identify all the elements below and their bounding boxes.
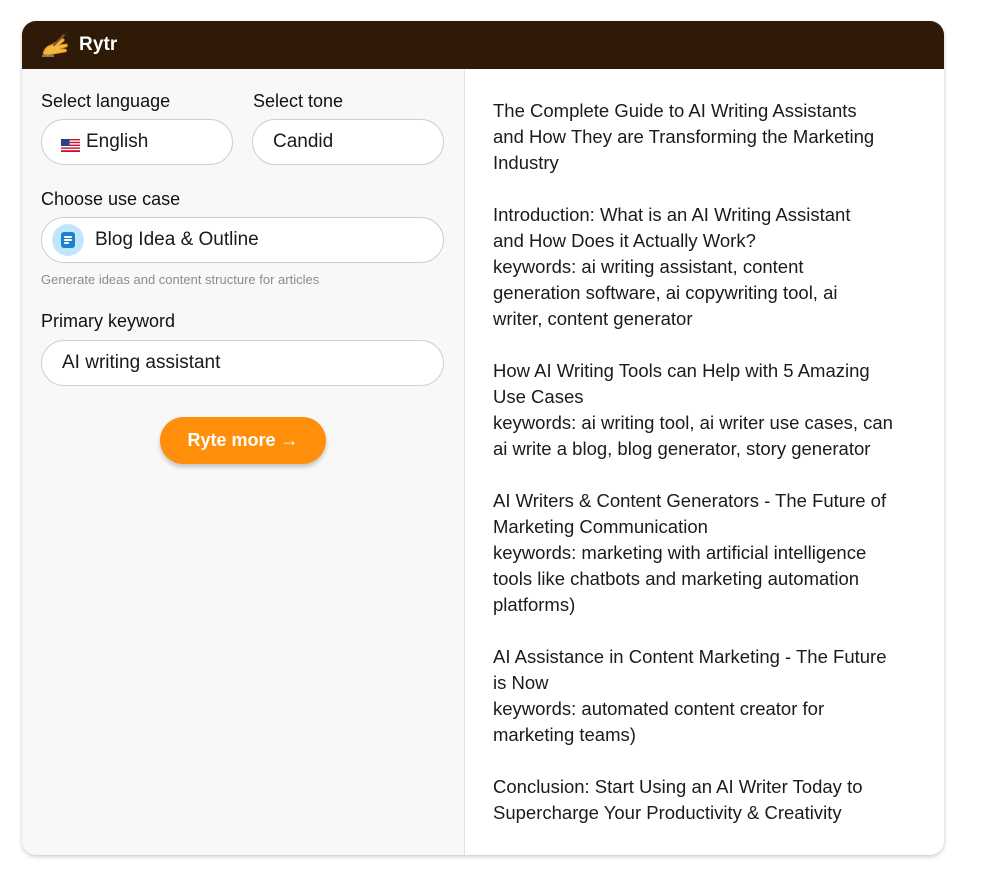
output-section: Introduction: What is an AI Writing Assi… bbox=[493, 202, 923, 332]
us-flag-icon bbox=[61, 136, 80, 152]
output-section: AI Writers & Content Generators - The Fu… bbox=[493, 488, 923, 618]
output-line: Supercharge Your Productivity & Creativi… bbox=[493, 802, 842, 823]
keyword-label: Primary keyword bbox=[41, 311, 176, 331]
output-line: Marketing Communication bbox=[493, 516, 708, 537]
usecase-label: Choose use case bbox=[41, 189, 181, 209]
output-line: and How They are Transforming the Market… bbox=[493, 126, 875, 147]
tone-select[interactable]: Candid bbox=[252, 119, 444, 165]
language-select[interactable]: English bbox=[41, 119, 233, 165]
input-panel: Select language English Select tone Cand… bbox=[22, 69, 465, 855]
tone-label: Select tone bbox=[253, 91, 344, 111]
output-line: keywords: ai writing assistant, content bbox=[493, 256, 804, 277]
output-line: tools like chatbots and marketing automa… bbox=[493, 568, 860, 589]
output-line: writer, content generator bbox=[493, 308, 693, 329]
output-line: and How Does it Actually Work? bbox=[493, 230, 756, 251]
output-section: How AI Writing Tools can Help with 5 Ama… bbox=[493, 358, 923, 462]
output-line: How AI Writing Tools can Help with 5 Ama… bbox=[493, 360, 870, 381]
output-line: ai write a blog, blog generator, story g… bbox=[493, 438, 871, 459]
output-line: The Complete Guide to AI Writing Assista… bbox=[493, 100, 857, 121]
usecase-select[interactable]: Blog Idea & Outline bbox=[41, 217, 444, 263]
output-line: AI Assistance in Content Marketing - The… bbox=[493, 646, 887, 667]
output-line: AI Writers & Content Generators - The Fu… bbox=[493, 490, 887, 511]
output-line: Industry bbox=[493, 152, 559, 173]
ryte-more-button[interactable]: Ryte more → bbox=[160, 417, 326, 464]
writing-hand-icon bbox=[40, 31, 70, 58]
usecase-value: Blog Idea & Outline bbox=[95, 229, 259, 250]
usecase-hint: Generate ideas and content structure for… bbox=[41, 272, 320, 287]
output-text[interactable]: The Complete Guide to AI Writing Assista… bbox=[493, 98, 923, 852]
output-line: keywords: automated content creator for bbox=[493, 698, 825, 719]
output-line: Introduction: What is an AI Writing Assi… bbox=[493, 204, 851, 225]
output-line: Conclusion: Start Using an AI Writer Tod… bbox=[493, 776, 863, 797]
output-line: Use Cases bbox=[493, 386, 584, 407]
keyword-input[interactable]: AI writing assistant bbox=[41, 340, 444, 386]
output-panel: The Complete Guide to AI Writing Assista… bbox=[465, 69, 944, 855]
keyword-value: AI writing assistant bbox=[62, 352, 221, 373]
title-bar: Rytr bbox=[22, 21, 944, 69]
language-value: English bbox=[86, 131, 149, 152]
app-title: Rytr bbox=[79, 34, 118, 55]
output-line: is Now bbox=[493, 672, 549, 693]
output-section: AI Assistance in Content Marketing - The… bbox=[493, 644, 923, 748]
document-icon bbox=[52, 224, 84, 256]
output-line: generation software, ai copywriting tool… bbox=[493, 282, 838, 303]
language-label: Select language bbox=[41, 91, 171, 111]
output-line: keywords: marketing with artificial inte… bbox=[493, 542, 867, 563]
output-line: platforms) bbox=[493, 594, 576, 615]
output-section: Conclusion: Start Using an AI Writer Tod… bbox=[493, 774, 923, 826]
output-section: The Complete Guide to AI Writing Assista… bbox=[493, 98, 923, 176]
rytr-app-window: Rytr Select language English Select tone… bbox=[22, 21, 944, 855]
output-line: keywords: ai writing tool, ai writer use… bbox=[493, 412, 893, 433]
output-line: marketing teams) bbox=[493, 724, 636, 745]
tone-value: Candid bbox=[273, 131, 334, 152]
